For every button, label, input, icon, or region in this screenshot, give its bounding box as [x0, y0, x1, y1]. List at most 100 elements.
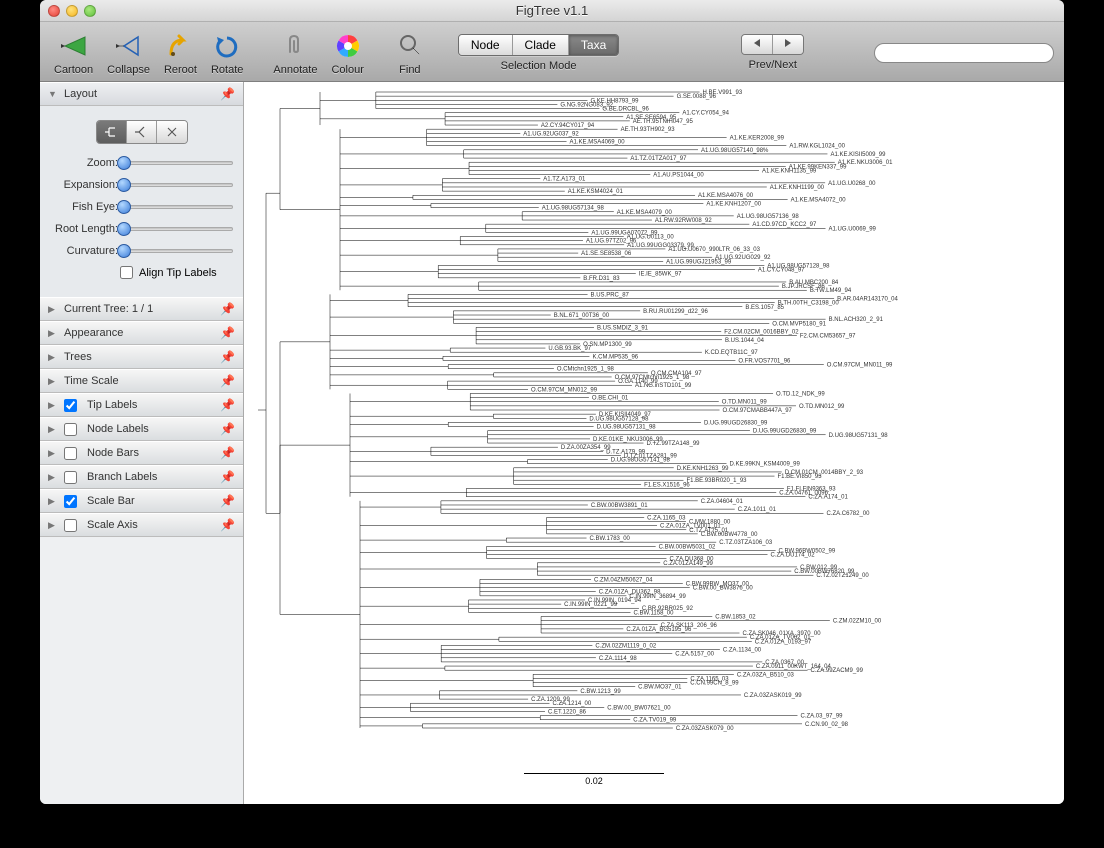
- svg-text:A1.CY.CY048_97: A1.CY.CY048_97: [758, 268, 805, 274]
- svg-text:O.FR.VOS7701_96: O.FR.VOS7701_96: [738, 358, 791, 364]
- polar-layout-button[interactable]: [127, 121, 157, 143]
- panel-header-branch-labels[interactable]: ▶Branch Labels📌: [40, 465, 243, 489]
- svg-text:F2.CM.CM53657_97: F2.CM.CM53657_97: [800, 334, 856, 340]
- titlebar: FigTree v1.1: [40, 0, 1064, 22]
- svg-text:O.BE.CHI_01: O.BE.CHI_01: [592, 396, 629, 402]
- panel-checkbox[interactable]: [64, 471, 77, 484]
- selection-clade[interactable]: Clade: [513, 35, 569, 55]
- layout-panel-header[interactable]: ▼ Layout 📌: [40, 82, 243, 106]
- disclosure-right-icon: ▶: [48, 328, 58, 339]
- panel-header-appearance[interactable]: ▶Appearance📌: [40, 321, 243, 345]
- annotate-button[interactable]: Annotate: [269, 28, 321, 78]
- svg-text:C.ZA.03ZASK019_99: C.ZA.03ZASK019_99: [744, 693, 802, 699]
- zoom-button[interactable]: [84, 5, 96, 17]
- rotate-icon: [211, 30, 243, 62]
- radial-layout-button[interactable]: [157, 121, 187, 143]
- pin-icon[interactable]: 📌: [220, 350, 235, 364]
- colour-button[interactable]: Colour: [327, 28, 367, 78]
- prev-next-segmented[interactable]: [741, 34, 804, 55]
- svg-text:C.CN.90_02_98: C.CN.90_02_98: [805, 722, 849, 728]
- svg-text:B.NL.ACH320_2_91: B.NL.ACH320_2_91: [829, 317, 884, 323]
- svg-text:A1.UG.98UG57134_98: A1.UG.98UG57134_98: [542, 206, 605, 212]
- selection-mode-segmented[interactable]: Node Clade Taxa: [458, 34, 619, 56]
- svg-text:A1.KE.KNH1199_00: A1.KE.KNH1199_00: [770, 185, 825, 191]
- pin-icon[interactable]: 📌: [220, 374, 235, 388]
- reroot-icon: [164, 30, 196, 62]
- svg-text:A1.CD.97CD_KCC2_97: A1.CD.97CD_KCC2_97: [752, 222, 817, 228]
- next-button[interactable]: [773, 35, 803, 54]
- rootlength-slider[interactable]: [124, 222, 233, 236]
- search-input[interactable]: [874, 43, 1054, 63]
- pin-icon[interactable]: 📌: [220, 494, 235, 508]
- selection-taxa[interactable]: Taxa: [569, 35, 618, 55]
- zoom-slider[interactable]: [124, 156, 233, 170]
- prev-next-label: Prev/Next: [749, 59, 797, 71]
- pin-icon[interactable]: 📌: [220, 470, 235, 484]
- close-button[interactable]: [48, 5, 60, 17]
- find-button[interactable]: Find: [390, 28, 430, 78]
- selection-mode-label: Selection Mode: [501, 60, 577, 72]
- pin-icon[interactable]: 📌: [220, 326, 235, 340]
- svg-text:D.UG.98UG57131_98: D.UG.98UG57131_98: [829, 433, 889, 439]
- svg-text:A2.CY.94CY017_94: A2.CY.94CY017_94: [541, 123, 595, 129]
- curvature-slider[interactable]: [124, 244, 233, 258]
- panel-header-current-tree-1-1[interactable]: ▶Current Tree: 1 / 1📌: [40, 297, 243, 321]
- pin-icon[interactable]: 📌: [220, 302, 235, 316]
- minimize-button[interactable]: [66, 5, 78, 17]
- svg-text:A1.UG.U0670_990LTR_06_33_03: A1.UG.U0670_990LTR_06_33_03: [668, 247, 760, 253]
- panel-header-node-labels[interactable]: ▶Node Labels📌: [40, 417, 243, 441]
- panel-label: Node Bars: [87, 447, 139, 459]
- svg-text:A1.KE.KER2008_99: A1.KE.KER2008_99: [730, 135, 785, 141]
- align-tip-labels-label: Align Tip Labels: [139, 267, 217, 279]
- layout-type-segmented[interactable]: [96, 120, 188, 144]
- app-window: FigTree v1.1 Cartoon Collapse Reroot: [40, 0, 1064, 804]
- panel-header-time-scale[interactable]: ▶Time Scale📌: [40, 369, 243, 393]
- panel-header-node-bars[interactable]: ▶Node Bars📌: [40, 441, 243, 465]
- svg-text:C.ZA.1134_00: C.ZA.1134_00: [723, 648, 762, 654]
- panel-header-tip-labels[interactable]: ▶Tip Labels📌: [40, 393, 243, 417]
- rootlength-label: Root Length:: [50, 223, 118, 235]
- panel-checkbox[interactable]: [64, 519, 77, 532]
- selection-node[interactable]: Node: [459, 35, 513, 55]
- rectangular-layout-button[interactable]: [97, 121, 127, 143]
- panel-header-scale-axis[interactable]: ▶Scale Axis📌: [40, 513, 243, 537]
- collapse-button[interactable]: Collapse: [103, 28, 154, 78]
- disclosure-right-icon: ▶: [48, 352, 58, 363]
- panel-checkbox[interactable]: [64, 423, 77, 436]
- panel-checkbox[interactable]: [64, 495, 77, 508]
- svg-text:AE.TH.95TNIH047_95: AE.TH.95TNIH047_95: [633, 119, 694, 125]
- rootlength-slider-row: Root Length:: [50, 222, 233, 236]
- pin-icon[interactable]: 📌: [220, 398, 235, 412]
- svg-text:A1.UG.99UGJ21953_99: A1.UG.99UGJ21953_99: [666, 259, 732, 265]
- pin-icon[interactable]: 📌: [220, 446, 235, 460]
- panel-checkbox[interactable]: [64, 399, 77, 412]
- expansion-label: Expansion:: [50, 179, 118, 191]
- cartoon-button[interactable]: Cartoon: [50, 28, 97, 78]
- prev-button[interactable]: [742, 35, 773, 54]
- svg-text:D.UG.99UGD26830_99: D.UG.99UGD26830_99: [704, 420, 768, 426]
- pin-icon[interactable]: 📌: [220, 422, 235, 436]
- pin-icon[interactable]: 📌: [220, 87, 235, 101]
- reroot-button[interactable]: Reroot: [160, 28, 201, 78]
- svg-text:O.CMtchn1925_1_98: O.CMtchn1925_1_98: [557, 367, 615, 373]
- tree-canvas[interactable]: H.BE.V991_93G.SE.0088_96G.KE.HH8793_99G.…: [244, 82, 1064, 804]
- svg-text:D.UG.98UG57131_98: D.UG.98UG57131_98: [597, 425, 657, 431]
- svg-text:O.CM.97CM_MN012_99: O.CM.97CM_MN012_99: [531, 387, 598, 393]
- expansion-slider[interactable]: [124, 178, 233, 192]
- svg-text:B.US.1044_04: B.US.1044_04: [725, 338, 765, 344]
- pin-icon[interactable]: 📌: [220, 518, 235, 532]
- panel-header-trees[interactable]: ▶Trees📌: [40, 345, 243, 369]
- svg-text:F1.ES.X1516_96: F1.ES.X1516_96: [644, 482, 690, 488]
- rotate-button[interactable]: Rotate: [207, 28, 247, 78]
- align-tip-labels-checkbox[interactable]: [120, 266, 133, 279]
- svg-text:A1.KE.MSA4076_00: A1.KE.MSA4076_00: [698, 193, 754, 199]
- svg-text:B.TW.LM49_94: B.TW.LM49_94: [810, 288, 852, 294]
- fisheye-slider[interactable]: [124, 200, 233, 214]
- svg-text:G.BE.DRCBL_96: G.BE.DRCBL_96: [602, 107, 649, 113]
- svg-text:B.ES.1057_85: B.ES.1057_85: [745, 305, 784, 311]
- svg-text:A1.UG.U0069_99: A1.UG.U0069_99: [829, 226, 877, 232]
- panel-checkbox[interactable]: [64, 447, 77, 460]
- panel-header-scale-bar[interactable]: ▶Scale Bar📌: [40, 489, 243, 513]
- svg-text:C.ZA.99ZACM9_99: C.ZA.99ZACM9_99: [811, 668, 864, 674]
- svg-text:B.FR.D31_83: B.FR.D31_83: [583, 276, 620, 282]
